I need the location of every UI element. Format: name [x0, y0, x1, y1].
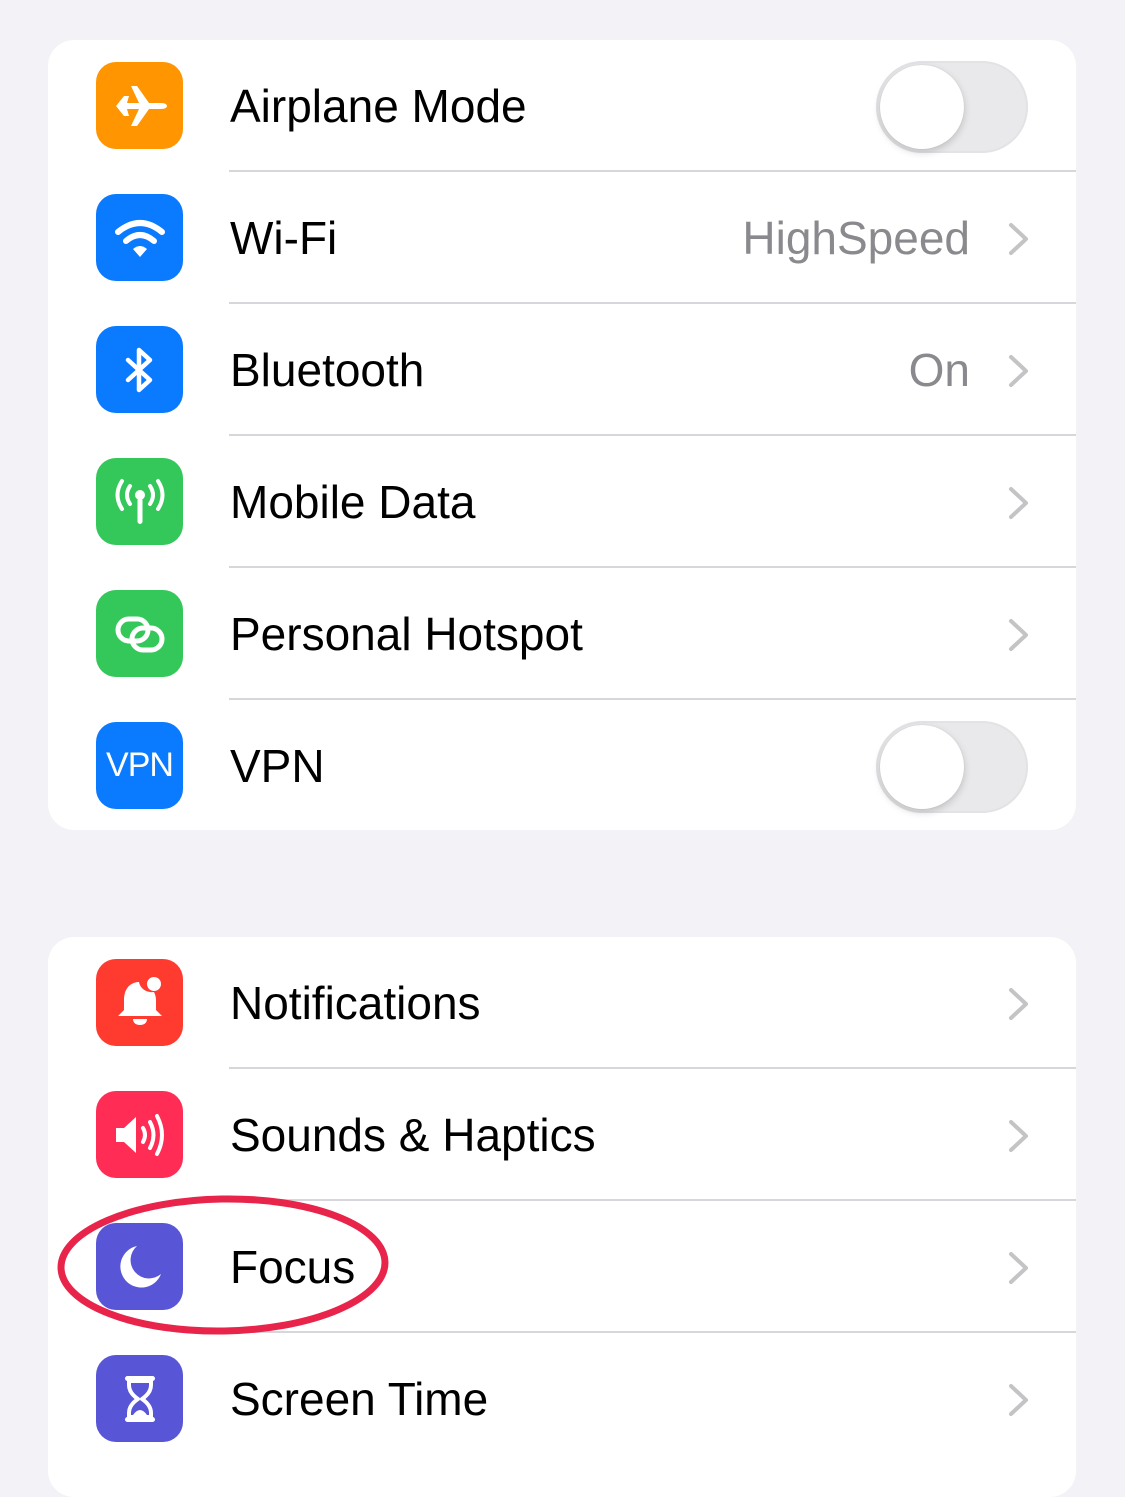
vpn-icon: VPN: [96, 722, 183, 809]
bluetooth-status-value: On: [908, 344, 970, 396]
vpn-toggle[interactable]: [876, 721, 1028, 813]
bell-icon: [96, 959, 183, 1046]
row-bluetooth[interactable]: Bluetooth On: [48, 304, 1076, 436]
row-personal-hotspot[interactable]: Personal Hotspot: [48, 568, 1076, 700]
antenna-icon: [96, 458, 183, 545]
speaker-icon: [96, 1091, 183, 1178]
row-label: Sounds & Haptics: [230, 1109, 596, 1161]
airplane-icon: [96, 62, 183, 149]
row-vpn[interactable]: VPN VPN: [48, 700, 1076, 830]
row-label: Wi-Fi: [230, 212, 338, 264]
settings-group-connectivity: Airplane Mode Wi-Fi HighSpeed Bluetooth …: [48, 40, 1076, 830]
row-label: Mobile Data: [230, 476, 476, 528]
row-label: Personal Hotspot: [230, 608, 583, 660]
row-screen-time[interactable]: Screen Time: [48, 1333, 1076, 1465]
row-wifi[interactable]: Wi-Fi HighSpeed: [48, 172, 1076, 304]
chevron-right-icon: [1009, 988, 1028, 1020]
wifi-icon: [96, 194, 183, 281]
chevron-right-icon: [1009, 619, 1028, 651]
chevron-right-icon: [1009, 355, 1028, 387]
row-label: VPN: [230, 740, 325, 792]
row-label: Airplane Mode: [230, 80, 527, 132]
toggle-knob: [880, 65, 964, 149]
chevron-right-icon: [1009, 1384, 1028, 1416]
moon-icon: [96, 1223, 183, 1310]
row-focus[interactable]: Focus: [48, 1201, 1076, 1333]
row-label: Notifications: [230, 977, 481, 1029]
toggle-knob: [880, 725, 964, 809]
row-sounds-haptics[interactable]: Sounds & Haptics: [48, 1069, 1076, 1201]
airplane-mode-toggle[interactable]: [876, 61, 1028, 153]
row-label: Focus: [230, 1241, 356, 1293]
link-icon: [96, 590, 183, 677]
row-label: Bluetooth: [230, 344, 425, 396]
settings-group-system: Notifications Sounds & Haptics Focus Scr…: [48, 937, 1076, 1497]
chevron-right-icon: [1009, 223, 1028, 255]
chevron-right-icon: [1009, 1252, 1028, 1284]
row-notifications[interactable]: Notifications: [48, 937, 1076, 1069]
row-airplane-mode[interactable]: Airplane Mode: [48, 40, 1076, 172]
hourglass-icon: [96, 1355, 183, 1442]
vpn-icon-text: VPN: [106, 746, 174, 784]
chevron-right-icon: [1009, 487, 1028, 519]
bluetooth-icon: [96, 326, 183, 413]
chevron-right-icon: [1009, 1120, 1028, 1152]
row-label: Screen Time: [230, 1373, 489, 1425]
wifi-network-value: HighSpeed: [742, 212, 970, 264]
row-mobile-data[interactable]: Mobile Data: [48, 436, 1076, 568]
